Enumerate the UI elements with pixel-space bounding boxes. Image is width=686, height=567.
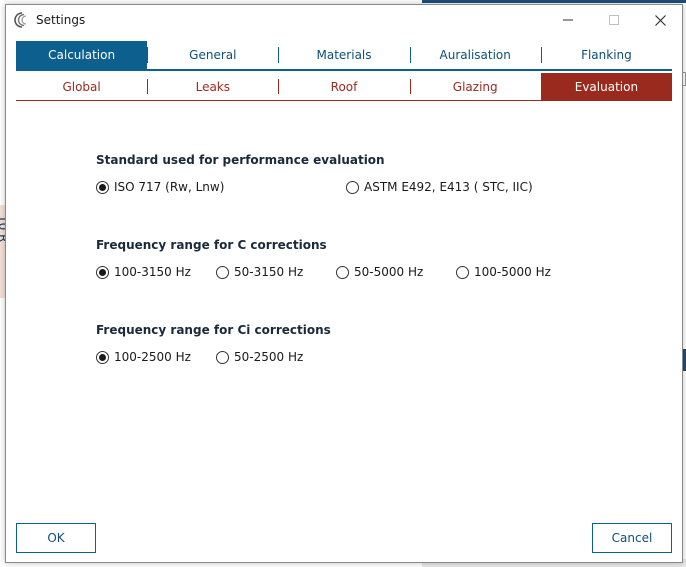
radio-iso-717[interactable]: ISO 717 (Rw, Lnw) <box>96 178 224 196</box>
subtab-global[interactable]: Global <box>16 73 147 100</box>
radio-label: 50-2500 Hz <box>234 350 304 364</box>
ci-corrections-section-title: Frequency range for Ci corrections <box>96 323 331 337</box>
tab-general[interactable]: General <box>147 41 278 69</box>
main-tab-bar: Calculation General Materials Auralisati… <box>16 41 672 71</box>
cancel-button[interactable]: Cancel <box>592 523 672 553</box>
minimize-icon <box>563 19 573 21</box>
close-icon <box>654 14 666 26</box>
radio-label: ISO 717 (Rw, Lnw) <box>114 180 225 194</box>
subtab-evaluation[interactable]: Evaluation <box>540 73 673 100</box>
maximize-icon <box>609 15 619 25</box>
radio-c-50-3150[interactable]: 50-3150 Hz <box>216 263 303 281</box>
background-header-bar <box>422 0 686 3</box>
maximize-button[interactable] <box>592 5 636 35</box>
tab-materials[interactable]: Materials <box>278 41 409 69</box>
sub-tab-bar: Global Leaks Roof Glazing Evaluation <box>16 73 673 101</box>
tab-flanking[interactable]: Flanking <box>540 41 672 69</box>
subtab-roof[interactable]: Roof <box>278 73 409 100</box>
radio-label: ASTM E492, E413 ( STC, IIC) <box>364 180 533 194</box>
radio-button-selected <box>96 265 109 279</box>
minimize-button[interactable] <box>546 5 590 35</box>
radio-button <box>336 265 349 279</box>
tab-auralisation[interactable]: Auralisation <box>409 41 541 69</box>
subtab-glazing[interactable]: Glazing <box>409 73 541 100</box>
radio-button-selected <box>96 180 109 194</box>
radio-ci-100-2500[interactable]: 100-2500 Hz <box>96 348 191 366</box>
radio-c-100-3150[interactable]: 100-3150 Hz <box>96 263 191 281</box>
radio-label: 100-3150 Hz <box>114 265 191 279</box>
radio-label: 100-5000 Hz <box>474 265 551 279</box>
settings-dialog: Settings Calculation General Materials A… <box>5 4 683 563</box>
close-button[interactable] <box>638 5 682 35</box>
c-corrections-section-title: Frequency range for C corrections <box>96 238 327 252</box>
radio-astm[interactable]: ASTM E492, E413 ( STC, IIC) <box>346 178 533 196</box>
radio-button <box>346 180 359 194</box>
radio-button-selected <box>96 350 109 364</box>
radio-label: 100-2500 Hz <box>114 350 191 364</box>
subtab-leaks[interactable]: Leaks <box>147 73 278 100</box>
app-logo-icon <box>14 12 30 28</box>
radio-c-50-5000[interactable]: 50-5000 Hz <box>336 263 423 281</box>
radio-label: 50-5000 Hz <box>354 265 424 279</box>
radio-ci-50-2500[interactable]: 50-2500 Hz <box>216 348 303 366</box>
radio-button <box>456 265 469 279</box>
title-bar: Settings <box>6 5 682 35</box>
radio-c-100-5000[interactable]: 100-5000 Hz <box>456 263 551 281</box>
radio-button <box>216 350 229 364</box>
standard-section-title: Standard used for performance evaluation <box>96 153 385 167</box>
ok-button[interactable]: OK <box>16 523 96 553</box>
window-title: Settings <box>36 13 86 27</box>
tab-calculation[interactable]: Calculation <box>16 41 148 69</box>
radio-button <box>216 265 229 279</box>
radio-label: 50-3150 Hz <box>234 265 304 279</box>
